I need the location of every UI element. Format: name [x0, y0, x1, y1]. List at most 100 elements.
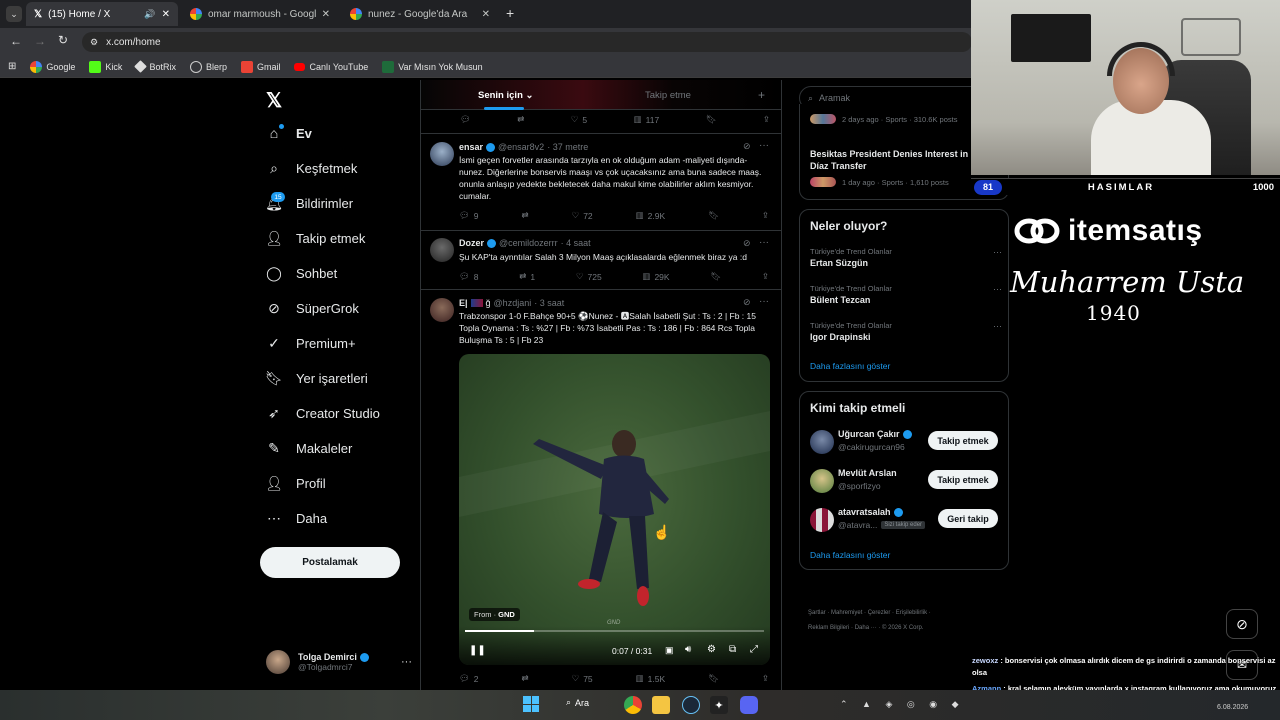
discord-icon[interactable] [740, 696, 758, 714]
site-info-icon[interactable]: ⚙ [90, 37, 98, 48]
follow-suggestion-2[interactable]: Mevlüt Arslan @sporfizyo Takip etmek [810, 467, 1000, 495]
browser-tab-home[interactable]: 𝕏 (15) Home / X 🔊 ✕ [26, 2, 178, 26]
tab-following[interactable]: Takip etme [645, 90, 691, 101]
tweet-author-name[interactable]: Dozer [459, 238, 484, 248]
reply-button[interactable]: 💬︎ 8 [459, 271, 479, 282]
suggestion-name[interactable]: Uğurcan Çakır [838, 429, 900, 439]
steam-icon[interactable] [682, 696, 700, 714]
grok-icon[interactable]: ⊘ [743, 238, 751, 249]
overlay-grok-button[interactable]: ⊘ [1226, 609, 1258, 639]
footer-link-accessibility[interactable]: Erişilebilirlik [896, 610, 927, 616]
tweet-2[interactable]: Dozer @cemildozerrr · 4 saat ⊘ ··· Şu KA… [421, 231, 781, 289]
sidebar-item-profile[interactable]: 👤︎ Profil [265, 475, 326, 491]
suggestion-avatar[interactable] [810, 469, 834, 493]
bookmark-youtube[interactable]: Canlı YouTube [294, 62, 368, 72]
who-show-more-link[interactable]: Daha fazlasını göster [810, 550, 890, 560]
bookmark-google[interactable]: Google [30, 60, 75, 73]
more-horizontal-icon[interactable]: ··· [993, 321, 1002, 331]
start-button[interactable] [523, 696, 539, 712]
account-switcher[interactable]: Tolga Demirci @Tolgadmrci7 ··· [266, 648, 412, 676]
bookmark-botrix[interactable]: BotRix [134, 60, 176, 73]
more-horizontal-icon[interactable]: ··· [401, 656, 412, 668]
sidebar-item-chat[interactable]: ◯ Sohbet [266, 265, 337, 281]
footer-link-more[interactable]: Daha ··· [855, 625, 877, 631]
suggestion-name[interactable]: atavratsalah [838, 507, 891, 517]
video-source-badge[interactable]: From · GND [469, 608, 520, 621]
views-button[interactable]: ▥ 29K [642, 271, 669, 282]
sidebar-item-follow[interactable]: 👤︎ Takip etmek [265, 230, 365, 246]
sidebar-item-home[interactable]: ⌂ Ev [266, 125, 312, 141]
bookmark-blerp[interactable]: Blerp [189, 60, 227, 73]
forward-icon[interactable]: → [34, 34, 46, 48]
footer-link-terms[interactable]: Şartlar [808, 610, 826, 616]
suggestion-avatar[interactable] [810, 508, 834, 532]
trend-item-2[interactable]: Türkiye'de Trend Olanlar Bülent Tezcan ·… [810, 284, 1002, 305]
taskbar-search[interactable]: ⌕ Ara [566, 697, 589, 708]
captions-icon[interactable]: ▣ [665, 645, 674, 656]
sidebar-item-articles[interactable]: ✎ Makaleler [266, 440, 352, 456]
follow-back-button[interactable]: Geri takip [938, 509, 998, 528]
more-horizontal-icon[interactable]: ··· [993, 284, 1002, 294]
bookmark-tweet-icon[interactable]: 🔖︎ [708, 673, 719, 684]
grok-icon[interactable]: ⊘ [743, 141, 751, 152]
tweet-3[interactable]: E| ğ @hzdjani · 3 saat ⊘ ··· Trabzonspor… [421, 290, 781, 690]
trend-item-3[interactable]: Türkiye'de Trend Olanlar Igor Drapinski … [810, 321, 1002, 342]
follow-button[interactable]: Takip etmek [928, 470, 998, 489]
tweet-avatar[interactable] [430, 298, 454, 322]
bookmark-kick[interactable]: Kick [89, 60, 122, 73]
retweet-button[interactable]: ⇄ 1 [519, 271, 535, 282]
close-tab-icon[interactable]: ✕ [322, 9, 330, 20]
fullscreen-icon[interactable]: ⤢ [750, 644, 758, 655]
sidebar-item-creator-studio[interactable]: ➶ Creator Studio [266, 405, 380, 421]
browser-tab-omar[interactable]: omar marmoush - Google'da A ✕ [182, 2, 338, 26]
retweet-icon[interactable]: ⇄ [521, 210, 528, 221]
like-button[interactable]: ♡ 5 [571, 114, 587, 125]
follow-button[interactable]: Takip etmek [928, 431, 998, 450]
suggestion-avatar[interactable] [810, 430, 834, 454]
like-button[interactable]: ♡ 725 [576, 271, 602, 282]
close-tab-icon[interactable]: ✕ [482, 9, 490, 20]
tweet-time[interactable]: · 4 saat [561, 238, 591, 248]
share-icon[interactable]: ⇪ [762, 210, 769, 221]
browser-tab-nunez[interactable]: nunez - Google'da Ara ✕ [342, 2, 498, 26]
news-item-1[interactable]: 2 days ago · Sports · 310.6K posts [810, 114, 957, 124]
pip-icon[interactable]: ⧉ [729, 644, 736, 655]
bookmark-tweet-icon[interactable]: 🔖︎ [708, 210, 719, 221]
retweet-icon[interactable]: ⇄ [521, 673, 528, 684]
tweet-time[interactable]: · 37 metre [547, 142, 588, 152]
more-horizontal-icon[interactable]: ··· [759, 237, 769, 248]
views-button[interactable]: ▥ 2.9K [636, 210, 666, 221]
sidebar-item-supergrok[interactable]: ⊘ SüperGrok [266, 300, 359, 316]
tab-search-button[interactable]: ⌄ [6, 6, 22, 22]
tweet-author-name[interactable]: ensar [459, 142, 483, 152]
tweet-handle[interactable]: @hzdjani [494, 298, 532, 308]
grok-icon[interactable]: ⊘ [743, 297, 751, 308]
add-tab-icon[interactable]: + [758, 88, 765, 102]
footer-link-privacy[interactable]: Mahremiyet [831, 610, 862, 616]
video-progress-track[interactable] [465, 630, 764, 632]
address-bar[interactable]: ⚙ x.com/home [82, 32, 972, 52]
retweet-icon[interactable]: ⇄ [517, 114, 524, 125]
sidebar-item-bookmarks[interactable]: 🔖︎ Yer işaretleri [265, 370, 368, 386]
volume-icon[interactable]: 🔊︎ [685, 644, 691, 655]
more-horizontal-icon[interactable]: ··· [759, 140, 769, 151]
tweet-handle[interactable]: @cemildozerrr [499, 238, 558, 248]
sidebar-item-premium[interactable]: ✓ Premium+ [266, 335, 355, 351]
back-icon[interactable]: ← [10, 34, 22, 48]
bookmark-var-misin[interactable]: Var Mısın Yok Musun [382, 60, 483, 73]
app-icon[interactable]: ✦ [710, 696, 728, 714]
apps-icon[interactable]: ⊞ [8, 61, 16, 72]
pause-icon[interactable]: ❚❚ [469, 645, 486, 656]
tweet-handle[interactable]: @ensar8v2 [498, 142, 544, 152]
post-button[interactable]: Postalamak [260, 547, 400, 578]
bookmark-gmail[interactable]: Gmail [240, 60, 280, 73]
tweet-time[interactable]: · 3 saat [534, 298, 564, 308]
tweet-author-name[interactable]: E| [459, 298, 468, 308]
footer-link-ads[interactable]: Reklam Bilgileri [808, 625, 849, 631]
suggestion-name[interactable]: Mevlüt Arslan [838, 468, 897, 478]
views-button[interactable]: ▥ 117 [634, 114, 660, 125]
more-horizontal-icon[interactable]: ··· [993, 247, 1002, 257]
reply-icon[interactable]: 💬︎ [460, 114, 471, 125]
like-button[interactable]: ♡ 75 [572, 673, 593, 684]
reload-icon[interactable]: ↻ [58, 33, 68, 47]
